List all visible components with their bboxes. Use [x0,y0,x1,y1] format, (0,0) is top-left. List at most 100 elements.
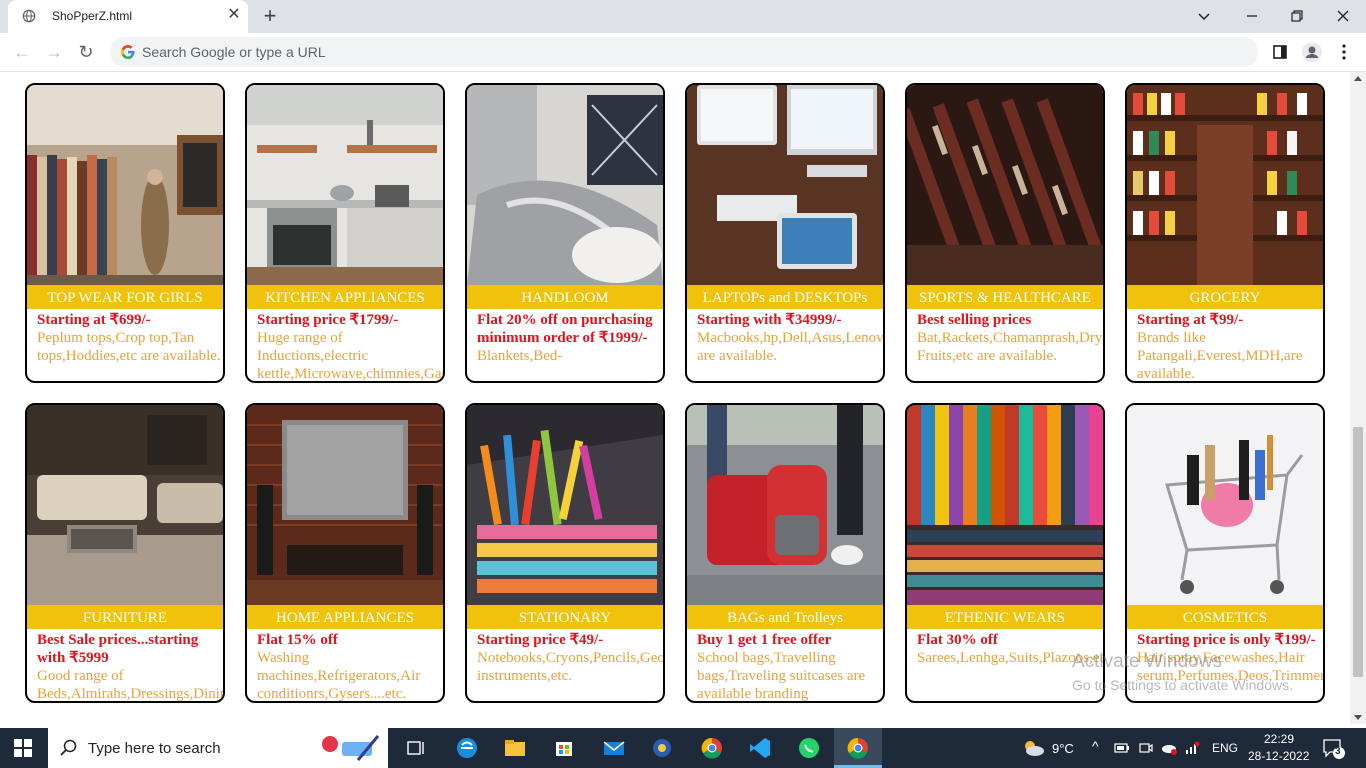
offer-text: Starting at ₹99/- [1137,312,1244,328]
windows-start-icon[interactable] [14,739,32,757]
input-language[interactable]: ENG [1212,741,1238,755]
activate-windows-title: Activate Windows [1072,651,1222,672]
product-card-furniture[interactable]: FURNITURE Best Sale prices...starting wi… [25,403,225,703]
product-card-top-wear[interactable]: TOP WEAR FOR GIRLS Starting at ₹699/- Pe… [25,83,225,383]
reload-icon[interactable]: ↻ [74,40,98,64]
taskbar-search-box[interactable]: Type here to search [48,728,388,768]
vscode-icon[interactable] [746,734,774,762]
scroll-up-icon[interactable] [1354,76,1362,81]
card-title: HANDLOOM [467,285,663,309]
product-card-stationary[interactable]: STATIONARY Starting price ₹49/- Notebook… [465,403,665,703]
card-title: GROCERY [1127,285,1323,309]
offer-text: Flat 30% off [917,632,998,648]
menu-kebab-icon[interactable] [1332,40,1356,64]
card-title: TOP WEAR FOR GIRLS [27,285,223,309]
card-offer: Starting at ₹699/- Peplum tops,Crop top,… [37,311,223,365]
card-offer: Flat 15% off Washing machines,Refrigerat… [257,631,443,702]
file-explorer-icon[interactable] [501,734,529,762]
address-bar[interactable]: Search Google or type a URL [110,37,1258,67]
forward-arrow-icon[interactable]: → [42,40,66,64]
address-bar-placeholder: Search Google or type a URL [142,44,326,60]
tab-title: ShoPperZ.html [52,9,133,23]
card-description: Macbooks,hp,Dell,Asus,Lenovo,etc are ava… [697,330,884,364]
card-description: Bat,Rackets,Chamanprash,Dry Fruits,etc a… [917,330,1103,364]
card-offer: Starting with ₹34999/- Macbooks,hp,Dell,… [697,311,883,365]
offer-text: Starting price ₹1799/- [257,312,399,328]
windows-taskbar: Type here to search 9°C ^ ENG 22:29 28-1… [0,728,1366,768]
activate-windows-subtitle: Go to Settings to activate Windows. [1072,677,1293,693]
card-title: LAPTOPs and DESKTOPs [687,285,883,309]
product-card-handloom[interactable]: HANDLOOM Flat 20% off on purchasing mini… [465,83,665,383]
network-icon[interactable] [1184,740,1200,756]
card-offer: Flat 20% off on purchasing minimum order… [477,311,663,365]
restore-icon[interactable] [1285,4,1309,28]
meet-now-icon[interactable] [1138,740,1154,756]
clock-time[interactable]: 22:29 [1264,732,1294,746]
scrollbar-thumb[interactable] [1353,427,1363,677]
tab-strip: ShoPperZ.html ✕ + [0,0,1366,33]
search-icon [60,739,77,756]
card-title: FURNITURE [27,605,223,629]
page-content: TOP WEAR FOR GIRLS Starting at ₹699/- Pe… [0,72,1350,724]
card-offer: Best Sale prices...starting with ₹5999 G… [37,631,225,702]
card-title: HOME APPLIANCES [247,605,443,629]
product-card-sports[interactable]: SPORTS & HEALTHCARE Best selling prices … [905,83,1105,383]
google-g-icon [121,45,135,59]
card-title: ETHENIC WEARS [907,605,1103,629]
scroll-down-icon[interactable] [1354,715,1362,720]
chrome-icon [847,737,868,759]
clothing-store-image [27,85,223,285]
minimize-icon[interactable] [1240,4,1264,28]
offer-text: Starting price ₹49/- [477,632,604,648]
offer-text: Best Sale prices...starting with ₹5999 [37,632,202,666]
weather-temperature[interactable]: 9°C [1052,741,1074,756]
clock-date[interactable]: 28-12-2022 [1248,749,1309,763]
notification-center-icon[interactable] [1322,738,1346,760]
card-description: Washing machines,Refrigerators,Air condi… [257,650,425,702]
card-description: Notebooks,Cryons,Pencils,Geometry instru… [477,650,665,684]
tab-shopperz[interactable]: ShoPperZ.html ✕ [8,0,248,33]
task-view-icon[interactable] [402,734,430,762]
sports-store-image [907,85,1103,285]
new-tab-icon[interactable]: + [258,5,282,29]
tab-search-chevron-icon[interactable] [1192,4,1216,28]
battery-icon[interactable] [1114,741,1130,755]
offer-text: Flat 20% off on purchasing minimum order… [477,312,657,346]
card-title: STATIONARY [467,605,663,629]
offer-text: Starting with ₹34999/- [697,312,842,328]
product-card-grocery[interactable]: GROCERY Starting at ₹99/- Brands like Pa… [1125,83,1325,383]
edge-browser-icon[interactable] [453,734,481,762]
microsoft-store-icon[interactable] [550,734,578,762]
back-arrow-icon[interactable]: ← [10,40,34,64]
product-card-home-appliances[interactable]: HOME APPLIANCES Flat 15% off Washing mac… [245,403,445,703]
side-panel-icon[interactable] [1268,40,1292,64]
card-offer: Best selling prices Bat,Rackets,Chamanpr… [917,311,1103,365]
onedrive-icon[interactable] [1160,740,1178,756]
page-scrollbar[interactable] [1350,72,1366,724]
globe-icon [22,9,36,23]
card-description: Blankets,Bed- [477,348,563,364]
card-description: Brands like Patangali,Everest,MDH,are av… [1137,330,1307,382]
search-highlight-icon [322,735,380,761]
offer-text: Starting price is only ₹199/- [1137,632,1316,648]
taskbar-search-placeholder: Type here to search [88,740,221,757]
show-hidden-icons-chevron-icon[interactable]: ^ [1092,738,1099,754]
grocery-shelves-image [1127,85,1323,285]
photos-app-icon[interactable] [648,734,676,762]
offer-text: Starting at ₹699/- [37,312,151,328]
handloom-blanket-image [467,85,663,285]
product-card-bags[interactable]: BAGs and Trolleys Buy 1 get 1 free offer… [685,403,885,703]
card-title: BAGs and Trolleys [687,605,883,629]
profile-avatar-icon[interactable] [1300,40,1324,64]
whatsapp-icon[interactable] [795,734,823,762]
card-description: Good range of Beds,Almirahs,Dressings,Di… [37,668,225,702]
product-card-kitchen-appliances[interactable]: KITCHEN APPLIANCES Starting price ₹1799/… [245,83,445,383]
stationery-case-image [467,405,663,605]
card-offer: Buy 1 get 1 free offer School bags,Trave… [697,631,883,701]
close-tab-icon[interactable]: ✕ [226,7,242,23]
close-window-icon[interactable] [1331,4,1355,28]
chrome-icon[interactable] [698,734,726,762]
mail-icon[interactable] [600,734,628,762]
active-chrome-window[interactable] [834,728,882,768]
product-card-laptops[interactable]: LAPTOPs and DESKTOPs Starting with ₹3499… [685,83,885,383]
